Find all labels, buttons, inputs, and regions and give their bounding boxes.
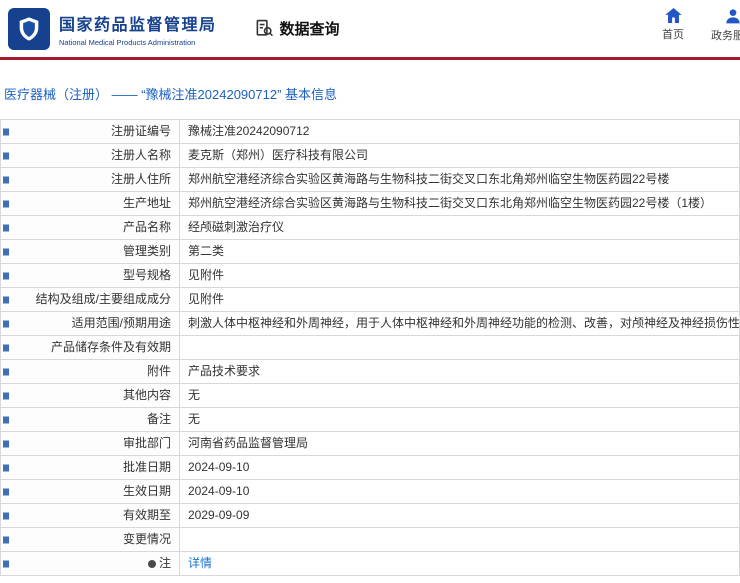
table-row: 产品储存条件及有效期 [0,335,740,360]
table-row: 产品名称 经颅磁刺激治疗仪 [0,215,740,240]
data-query-section[interactable]: 数据查询 [255,18,340,39]
row-marker-icon [3,512,9,519]
row-marker-icon [3,320,9,327]
row-marker-icon [3,128,9,135]
row-label: 注册证编号 [0,119,180,144]
row-marker-icon [3,344,9,351]
site-title: 国家药品监督管理局 [59,16,217,34]
row-label: 注 [0,551,180,576]
row-value: 郑州航空港经济综合实验区黄海路与生物科技二街交叉口东北角郑州临空生物医药园22号… [179,167,740,192]
row-marker-icon [3,152,9,159]
row-label: 产品储存条件及有效期 [0,335,180,360]
table-row: 型号规格 见附件 [0,263,740,288]
registration-info-table: 注册证编号 豫械注准20242090712 注册人名称 麦克斯（郑州）医疗科技有限公司… [0,119,740,576]
table-row: 管理类别 第二类 [0,239,740,264]
row-marker-icon [3,560,9,567]
table-row: 注详情 [0,551,740,576]
row-value: 经颅磁刺激治疗仪 [179,215,740,240]
row-label: 其他内容 [0,383,180,408]
breadcrumb: 医疗器械（注册） —— “豫械注准20242090712” 基本信息 [4,87,338,102]
row-value: 见附件 [179,287,740,312]
top-nav: 首页 政务服务 [648,8,740,43]
nav-item-gov-services[interactable]: 政务服务 [708,8,740,43]
nav-item-gov-services-label: 政务服务 [711,30,740,42]
row-label: 有效期至 [0,503,180,528]
row-label: 注册人名称 [0,143,180,168]
table-row: 注册人住所 郑州航空港经济综合实验区黄海路与生物科技二街交叉口东北角郑州临空生物医… [0,167,740,192]
row-marker-icon [3,272,9,279]
row-label: 注册人住所 [0,167,180,192]
site-logo[interactable]: 国家药品监督管理局 National Medical Products Admi… [8,7,217,50]
row-value [179,527,740,552]
table-row: 注册人名称 麦克斯（郑州）医疗科技有限公司 [0,143,740,168]
row-value: 第二类 [179,239,740,264]
row-marker-icon [3,392,9,399]
row-label: 适用范围/预期用途 [0,311,180,336]
row-value: 产品技术要求 [179,359,740,384]
row-marker-icon [3,296,9,303]
row-value: 详情 [179,551,740,576]
table-row: 附件 产品技术要求 [0,359,740,384]
nav-item-home-label: 首页 [662,29,684,41]
table-row: 生产地址 郑州航空港经济综合实验区黄海路与生物科技二街交叉口东北角郑州临空生物医药… [0,191,740,216]
row-label: 变更情况 [0,527,180,552]
table-row: 适用范围/预期用途 刺激人体中枢神经和外周神经，用于人体中枢神经和外周神经功能的检… [0,311,740,336]
row-label: 备注 [0,407,180,432]
data-query-icon [255,19,274,38]
row-marker-icon [3,440,9,447]
user-icon [725,8,740,24]
row-value: 麦克斯（郑州）医疗科技有限公司 [179,143,740,168]
site-subtitle: National Medical Products Administration [59,37,196,47]
info-table-body: 注册证编号 豫械注准20242090712 注册人名称 麦克斯（郑州）医疗科技有限公司… [0,119,740,576]
nav-item-home[interactable]: 首页 [648,8,698,43]
row-value: 无 [179,383,740,408]
row-label: 结构及组成/主要组成成分 [0,287,180,312]
table-row: 注册证编号 豫械注准20242090712 [0,119,740,144]
table-row: 批准日期 2024-09-10 [0,455,740,480]
row-value: 刺激人体中枢神经和外周神经，用于人体中枢神经和外周神经功能的检测、改善，对颅神经… [179,311,740,336]
row-marker-icon [3,464,9,471]
row-value: 2024-09-10 [179,455,740,480]
row-marker-icon [3,368,9,375]
row-label: 型号规格 [0,263,180,288]
table-row: 审批部门 河南省药品监督管理局 [0,431,740,456]
table-row: 其他内容无 [0,383,740,408]
row-marker-icon [3,416,9,423]
row-marker-icon [3,176,9,183]
row-label: 批准日期 [0,455,180,480]
table-row: 备注无 [0,407,740,432]
table-row: 有效期至 2029-09-09 [0,503,740,528]
row-value: 豫械注准20242090712 [179,119,740,144]
table-row: 结构及组成/主要组成成分 见附件 [0,287,740,312]
row-label: 产品名称 [0,215,180,240]
site-header: 国家药品监督管理局 National Medical Products Admi… [0,0,740,57]
row-label: 管理类别 [0,239,180,264]
nmpa-emblem-icon [8,7,50,50]
detail-link[interactable]: 详情 [188,556,212,570]
row-marker-icon [3,248,9,255]
row-label: 生产地址 [0,191,180,216]
home-icon [664,8,682,23]
table-row: 变更情况 [0,527,740,552]
row-value: 2029-09-09 [179,503,740,528]
row-marker-icon [3,200,9,207]
row-label: 附件 [0,359,180,384]
row-value: 见附件 [179,263,740,288]
note-icon [147,560,156,568]
row-value: 河南省药品监督管理局 [179,431,740,456]
data-query-label: 数据查询 [279,21,340,38]
row-marker-icon [3,536,9,543]
row-value: 郑州航空港经济综合实验区黄海路与生物科技二街交叉口东北角郑州临空生物医药园22号… [179,191,740,216]
table-row: 生效日期 2024-09-10 [0,479,740,504]
row-value: 无 [179,407,740,432]
row-value: 2024-09-10 [179,479,740,504]
row-marker-icon [3,488,9,495]
row-label: 审批部门 [0,431,180,456]
row-label: 生效日期 [0,479,180,504]
row-value [179,335,740,360]
row-marker-icon [3,224,9,231]
